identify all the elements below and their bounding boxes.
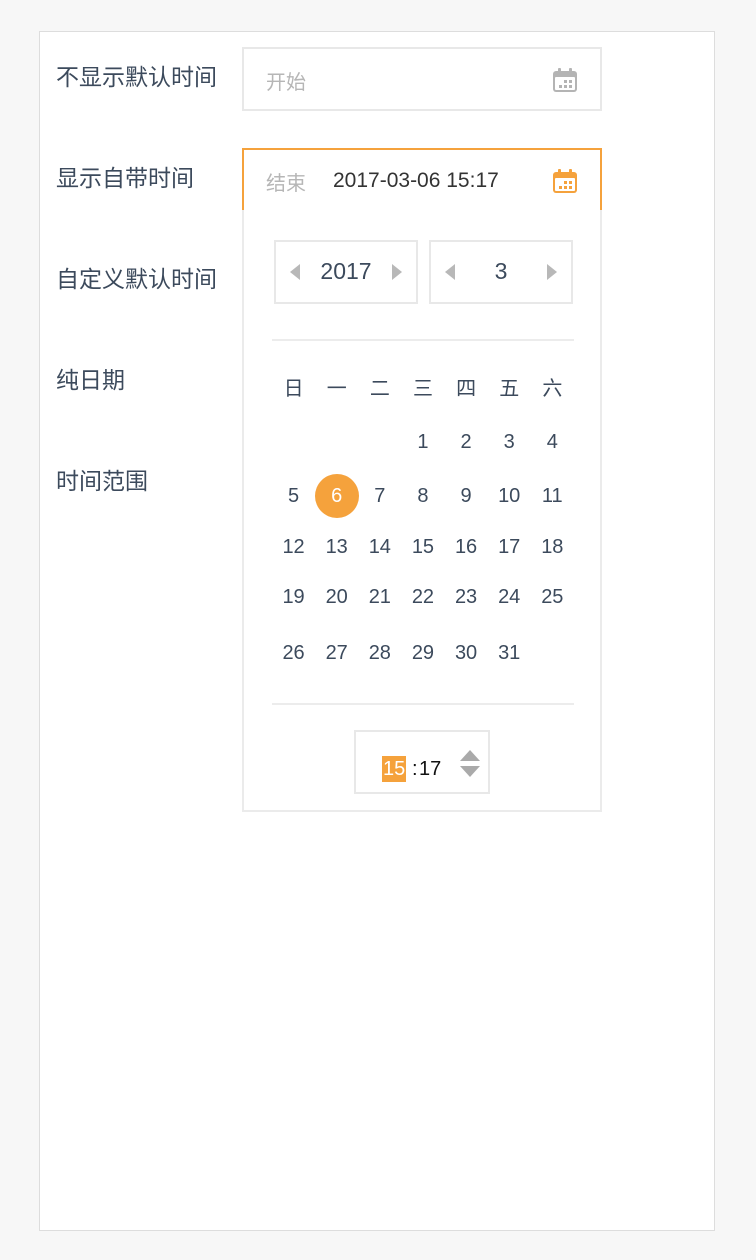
day-cell[interactable]: 23: [445, 577, 488, 617]
day-cell[interactable]: 9: [445, 476, 488, 516]
calendar-icon[interactable]: [552, 67, 578, 93]
label-no-default-time: 不显示默认时间: [56, 64, 217, 90]
day-cell[interactable]: 31: [488, 633, 531, 673]
end-datetime-value: 2017-03-06 15:17: [333, 169, 499, 192]
day-cell[interactable]: 15: [401, 527, 444, 567]
day-cell[interactable]: 27: [315, 633, 358, 673]
divider: [272, 703, 574, 705]
day-cell[interactable]: 22: [401, 577, 444, 617]
page-container: 不显示默认时间 显示自带时间 自定义默认时间 纯日期 时间范围 开始 结束 20…: [39, 31, 715, 1231]
start-datetime-field[interactable]: 开始: [242, 47, 602, 111]
day-cell[interactable]: 25: [531, 577, 574, 617]
day-cell[interactable]: 20: [315, 577, 358, 617]
day-cell[interactable]: 1: [401, 422, 444, 462]
label-date-only: 纯日期: [56, 367, 125, 393]
day-cell[interactable]: 12: [272, 527, 315, 567]
weekday-label: 二: [369, 378, 390, 400]
time-spinner[interactable]: 15 : 17: [354, 730, 490, 794]
day-cell[interactable]: 13: [315, 527, 358, 567]
day-cell[interactable]: 10: [488, 476, 531, 516]
day-cell[interactable]: 4: [531, 422, 574, 462]
day-cell[interactable]: 7: [358, 476, 401, 516]
month-selector: 3: [429, 240, 573, 304]
week-row: 19 20 21 22 23 24 25: [272, 577, 574, 617]
caret-right-icon[interactable]: [392, 264, 402, 280]
day-cell[interactable]: 24: [488, 577, 531, 617]
day-cell[interactable]: 16: [445, 527, 488, 567]
day-cell[interactable]: 18: [531, 527, 574, 567]
day-cell[interactable]: 11: [531, 476, 574, 516]
day-cell[interactable]: 28: [358, 633, 401, 673]
day-cell[interactable]: 14: [358, 527, 401, 567]
divider: [272, 339, 574, 341]
day-cell[interactable]: 21: [358, 577, 401, 617]
day-cell-empty: [315, 422, 358, 462]
day-cell[interactable]: 17: [488, 527, 531, 567]
day-cell[interactable]: 2: [445, 422, 488, 462]
label-time-range: 时间范围: [56, 468, 148, 494]
week-row: 1 2 3 4: [272, 422, 574, 462]
caret-right-icon[interactable]: [547, 264, 557, 280]
year-selector: 2017: [274, 240, 418, 304]
week-row: 26 27 28 29 30 31: [272, 633, 574, 673]
end-datetime-field[interactable]: 结束 2017-03-06 15:17: [242, 148, 602, 212]
day-cell[interactable]: 19: [272, 577, 315, 617]
weekday-header: 日 一 二 三 四 五 六: [272, 369, 574, 409]
weekday-label: 三: [412, 378, 433, 400]
day-cell-empty: [272, 422, 315, 462]
day-cell-empty: [531, 633, 574, 673]
week-row: 5 6 7 8 9 10 11: [272, 474, 574, 518]
start-placeholder: 开始: [266, 72, 306, 94]
caret-up-icon[interactable]: [460, 750, 480, 761]
day-cell[interactable]: 5: [272, 476, 315, 516]
day-cell-empty: [358, 422, 401, 462]
end-placeholder: 结束: [266, 173, 306, 195]
label-show-builtin-time: 显示自带时间: [56, 165, 194, 191]
day-cell[interactable]: 29: [401, 633, 444, 673]
day-cell[interactable]: 30: [445, 633, 488, 673]
hour-value[interactable]: 15: [382, 756, 407, 782]
weekday-label: 日: [283, 378, 304, 400]
week-row: 12 13 14 15 16 17 18: [272, 527, 574, 567]
label-custom-default-time: 自定义默认时间: [56, 266, 217, 292]
weekday-label: 五: [499, 378, 520, 400]
selected-day-label: 6: [331, 485, 343, 507]
day-cell[interactable]: 3: [488, 422, 531, 462]
weekday-label: 一: [326, 378, 347, 400]
day-cell-selected[interactable]: 6: [314, 474, 359, 518]
time-separator: :: [412, 758, 418, 780]
calendar-icon[interactable]: [552, 168, 578, 194]
day-cell[interactable]: 8: [401, 476, 444, 516]
date-picker-panel: 2017 3 日 一 二 三 四 五 六 1 2 3 4 5 6 7 8 9 1…: [242, 210, 602, 812]
caret-down-icon[interactable]: [460, 766, 480, 777]
weekday-label: 六: [542, 378, 563, 400]
day-cell[interactable]: 26: [272, 633, 315, 673]
weekday-label: 四: [456, 378, 477, 400]
minute-value[interactable]: 17: [419, 756, 441, 782]
